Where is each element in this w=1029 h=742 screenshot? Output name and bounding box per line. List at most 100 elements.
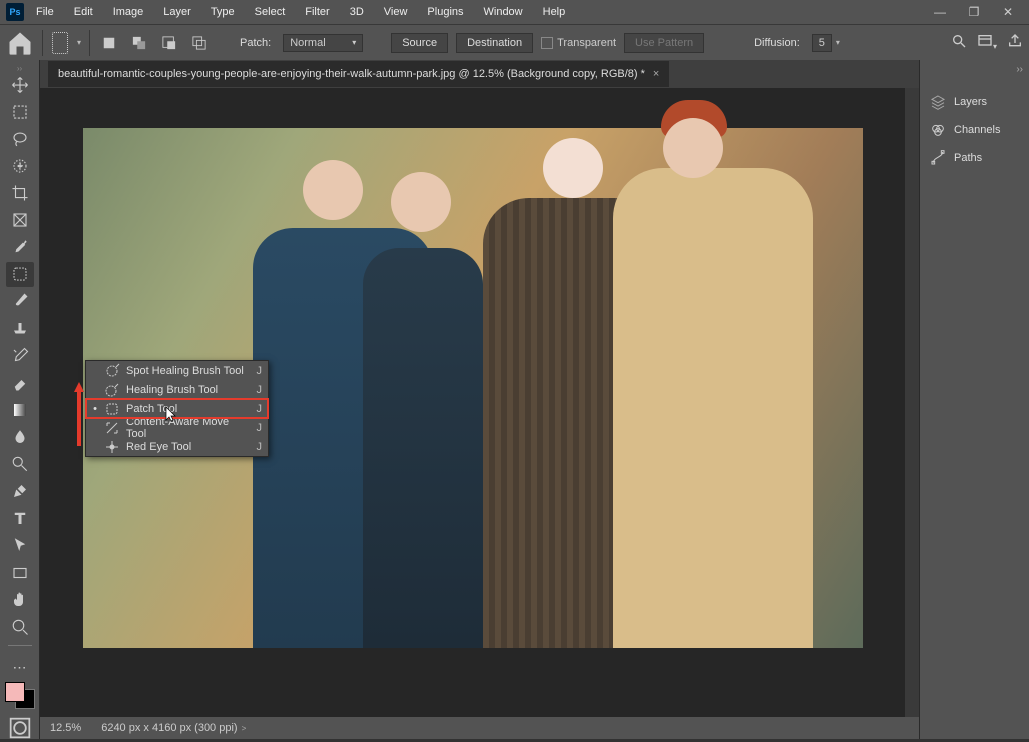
source-button[interactable]: Source xyxy=(391,33,448,53)
workspace-icon[interactable]: ▾ xyxy=(977,33,997,52)
gradient-tool[interactable] xyxy=(6,397,34,422)
flyout-item-spot-healing[interactable]: Spot Healing Brush Tool J xyxy=(86,361,268,380)
new-selection-icon[interactable] xyxy=(98,32,120,54)
crop-tool[interactable] xyxy=(6,180,34,205)
transparent-label: Transparent xyxy=(557,37,616,49)
frame-tool[interactable] xyxy=(6,208,34,233)
type-tool[interactable] xyxy=(6,506,34,531)
healing-tool-flyout: Spot Healing Brush Tool J Healing Brush … xyxy=(85,360,269,457)
menu-layer[interactable]: Layer xyxy=(155,3,199,21)
intersect-selection-icon[interactable] xyxy=(188,32,210,54)
patch-mode-dropdown[interactable]: Normal ▾ xyxy=(283,34,363,52)
history-brush-tool[interactable] xyxy=(6,343,34,368)
brush-tool[interactable] xyxy=(6,289,34,314)
healing-brush-tool[interactable] xyxy=(6,262,34,287)
vertical-scrollbar[interactable] xyxy=(905,88,919,717)
menu-window[interactable]: Window xyxy=(476,3,531,21)
use-pattern-button: Use Pattern xyxy=(624,33,704,53)
dodge-tool[interactable] xyxy=(6,452,34,477)
flyout-shortcut: J xyxy=(257,365,263,377)
menu-plugins[interactable]: Plugins xyxy=(419,3,471,21)
document-area: beautiful-romantic-couples-young-people-… xyxy=(40,60,919,739)
add-selection-icon[interactable] xyxy=(128,32,150,54)
panel-collapse-icon[interactable]: ›› xyxy=(920,60,1029,88)
menu-file[interactable]: File xyxy=(28,3,62,21)
quick-selection-tool[interactable] xyxy=(6,153,34,178)
hand-tool[interactable] xyxy=(6,587,34,612)
flyout-item-content-aware-move[interactable]: Content-Aware Move Tool J xyxy=(86,418,268,437)
rectangle-tool[interactable] xyxy=(6,560,34,585)
cursor-icon xyxy=(165,406,177,425)
menu-image[interactable]: Image xyxy=(105,3,152,21)
panel-grip-icon[interactable]: ›› xyxy=(17,64,22,70)
paths-panel-tab[interactable]: Paths xyxy=(920,144,1029,172)
patch-label: Patch: xyxy=(240,37,271,49)
document-tab[interactable]: beautiful-romantic-couples-young-people-… xyxy=(48,61,669,87)
flyout-item-red-eye[interactable]: Red Eye Tool J xyxy=(86,437,268,456)
zoom-level[interactable]: 12.5% xyxy=(50,722,81,734)
share-icon[interactable] xyxy=(1007,33,1023,52)
panel-label: Paths xyxy=(954,152,982,164)
close-icon[interactable]: × xyxy=(653,68,659,80)
tools-panel: ›› ⋯ xyxy=(0,60,40,739)
diffusion-value[interactable]: 5 xyxy=(812,34,832,52)
status-bar: 12.5% 6240 px x 4160 px (300 ppi)> xyxy=(40,717,919,739)
color-swatches[interactable] xyxy=(5,682,35,709)
eraser-tool[interactable] xyxy=(6,370,34,395)
panels-dock: ›› Layers Channels Paths xyxy=(919,60,1029,739)
zoom-tool[interactable] xyxy=(6,614,34,639)
blur-tool[interactable] xyxy=(6,424,34,449)
image-subject xyxy=(613,168,813,648)
channels-panel-tab[interactable]: Channels xyxy=(920,116,1029,144)
window-minimize-icon[interactable]: — xyxy=(925,2,955,22)
chevron-down-icon[interactable]: ▾ xyxy=(77,38,81,47)
layers-panel-tab[interactable]: Layers xyxy=(920,88,1029,116)
menu-help[interactable]: Help xyxy=(535,3,574,21)
healing-brush-icon xyxy=(104,382,120,398)
eyedropper-tool[interactable] xyxy=(6,235,34,260)
marquee-tool[interactable] xyxy=(6,99,34,124)
edit-toolbar-icon[interactable]: ⋯ xyxy=(6,655,34,680)
flyout-label: Red Eye Tool xyxy=(126,441,251,453)
document-tab-bar: beautiful-romantic-couples-young-people-… xyxy=(40,60,919,88)
chevron-down-icon[interactable]: ▾ xyxy=(836,38,840,47)
chevron-down-icon: ▾ xyxy=(352,38,356,47)
flyout-label: Spot Healing Brush Tool xyxy=(126,365,251,377)
pen-tool[interactable] xyxy=(6,479,34,504)
panel-label: Channels xyxy=(954,124,1000,136)
document-info[interactable]: 6240 px x 4160 px (300 ppi)> xyxy=(101,722,246,734)
flyout-item-healing-brush[interactable]: Healing Brush Tool J xyxy=(86,380,268,399)
spot-healing-icon xyxy=(104,363,120,379)
path-selection-tool[interactable] xyxy=(6,533,34,558)
search-icon[interactable] xyxy=(951,33,967,52)
quick-mask-icon[interactable] xyxy=(6,717,34,739)
foreground-color-swatch[interactable] xyxy=(5,682,25,702)
content-aware-move-icon xyxy=(104,420,120,436)
menu-select[interactable]: Select xyxy=(247,3,294,21)
destination-button[interactable]: Destination xyxy=(456,33,533,53)
menu-view[interactable]: View xyxy=(376,3,416,21)
clone-stamp-tool[interactable] xyxy=(6,316,34,341)
image-subject xyxy=(543,138,603,198)
menu-type[interactable]: Type xyxy=(203,3,243,21)
subtract-selection-icon[interactable] xyxy=(158,32,180,54)
document-tab-title: beautiful-romantic-couples-young-people-… xyxy=(58,68,645,80)
menu-filter[interactable]: Filter xyxy=(297,3,337,21)
menu-edit[interactable]: Edit xyxy=(66,3,101,21)
window-close-icon[interactable]: ✕ xyxy=(993,2,1023,22)
lasso-tool[interactable] xyxy=(6,126,34,151)
menu-3d[interactable]: 3D xyxy=(342,3,372,21)
move-tool[interactable] xyxy=(6,72,34,97)
home-icon[interactable] xyxy=(6,29,34,57)
patch-mode-value: Normal xyxy=(290,37,325,49)
window-restore-icon[interactable]: ❐ xyxy=(959,2,989,22)
flyout-shortcut: J xyxy=(257,441,263,453)
photoshop-logo-icon: Ps xyxy=(6,3,24,21)
active-indicator: • xyxy=(92,403,98,415)
menubar: Ps File Edit Image Layer Type Select Fil… xyxy=(0,0,1029,24)
patch-tool-icon[interactable] xyxy=(51,32,73,54)
transparent-checkbox[interactable]: Transparent xyxy=(541,37,616,49)
canvas-viewport[interactable]: Spot Healing Brush Tool J Healing Brush … xyxy=(40,88,919,717)
image-subject xyxy=(391,172,451,232)
checkbox-icon xyxy=(541,37,553,49)
